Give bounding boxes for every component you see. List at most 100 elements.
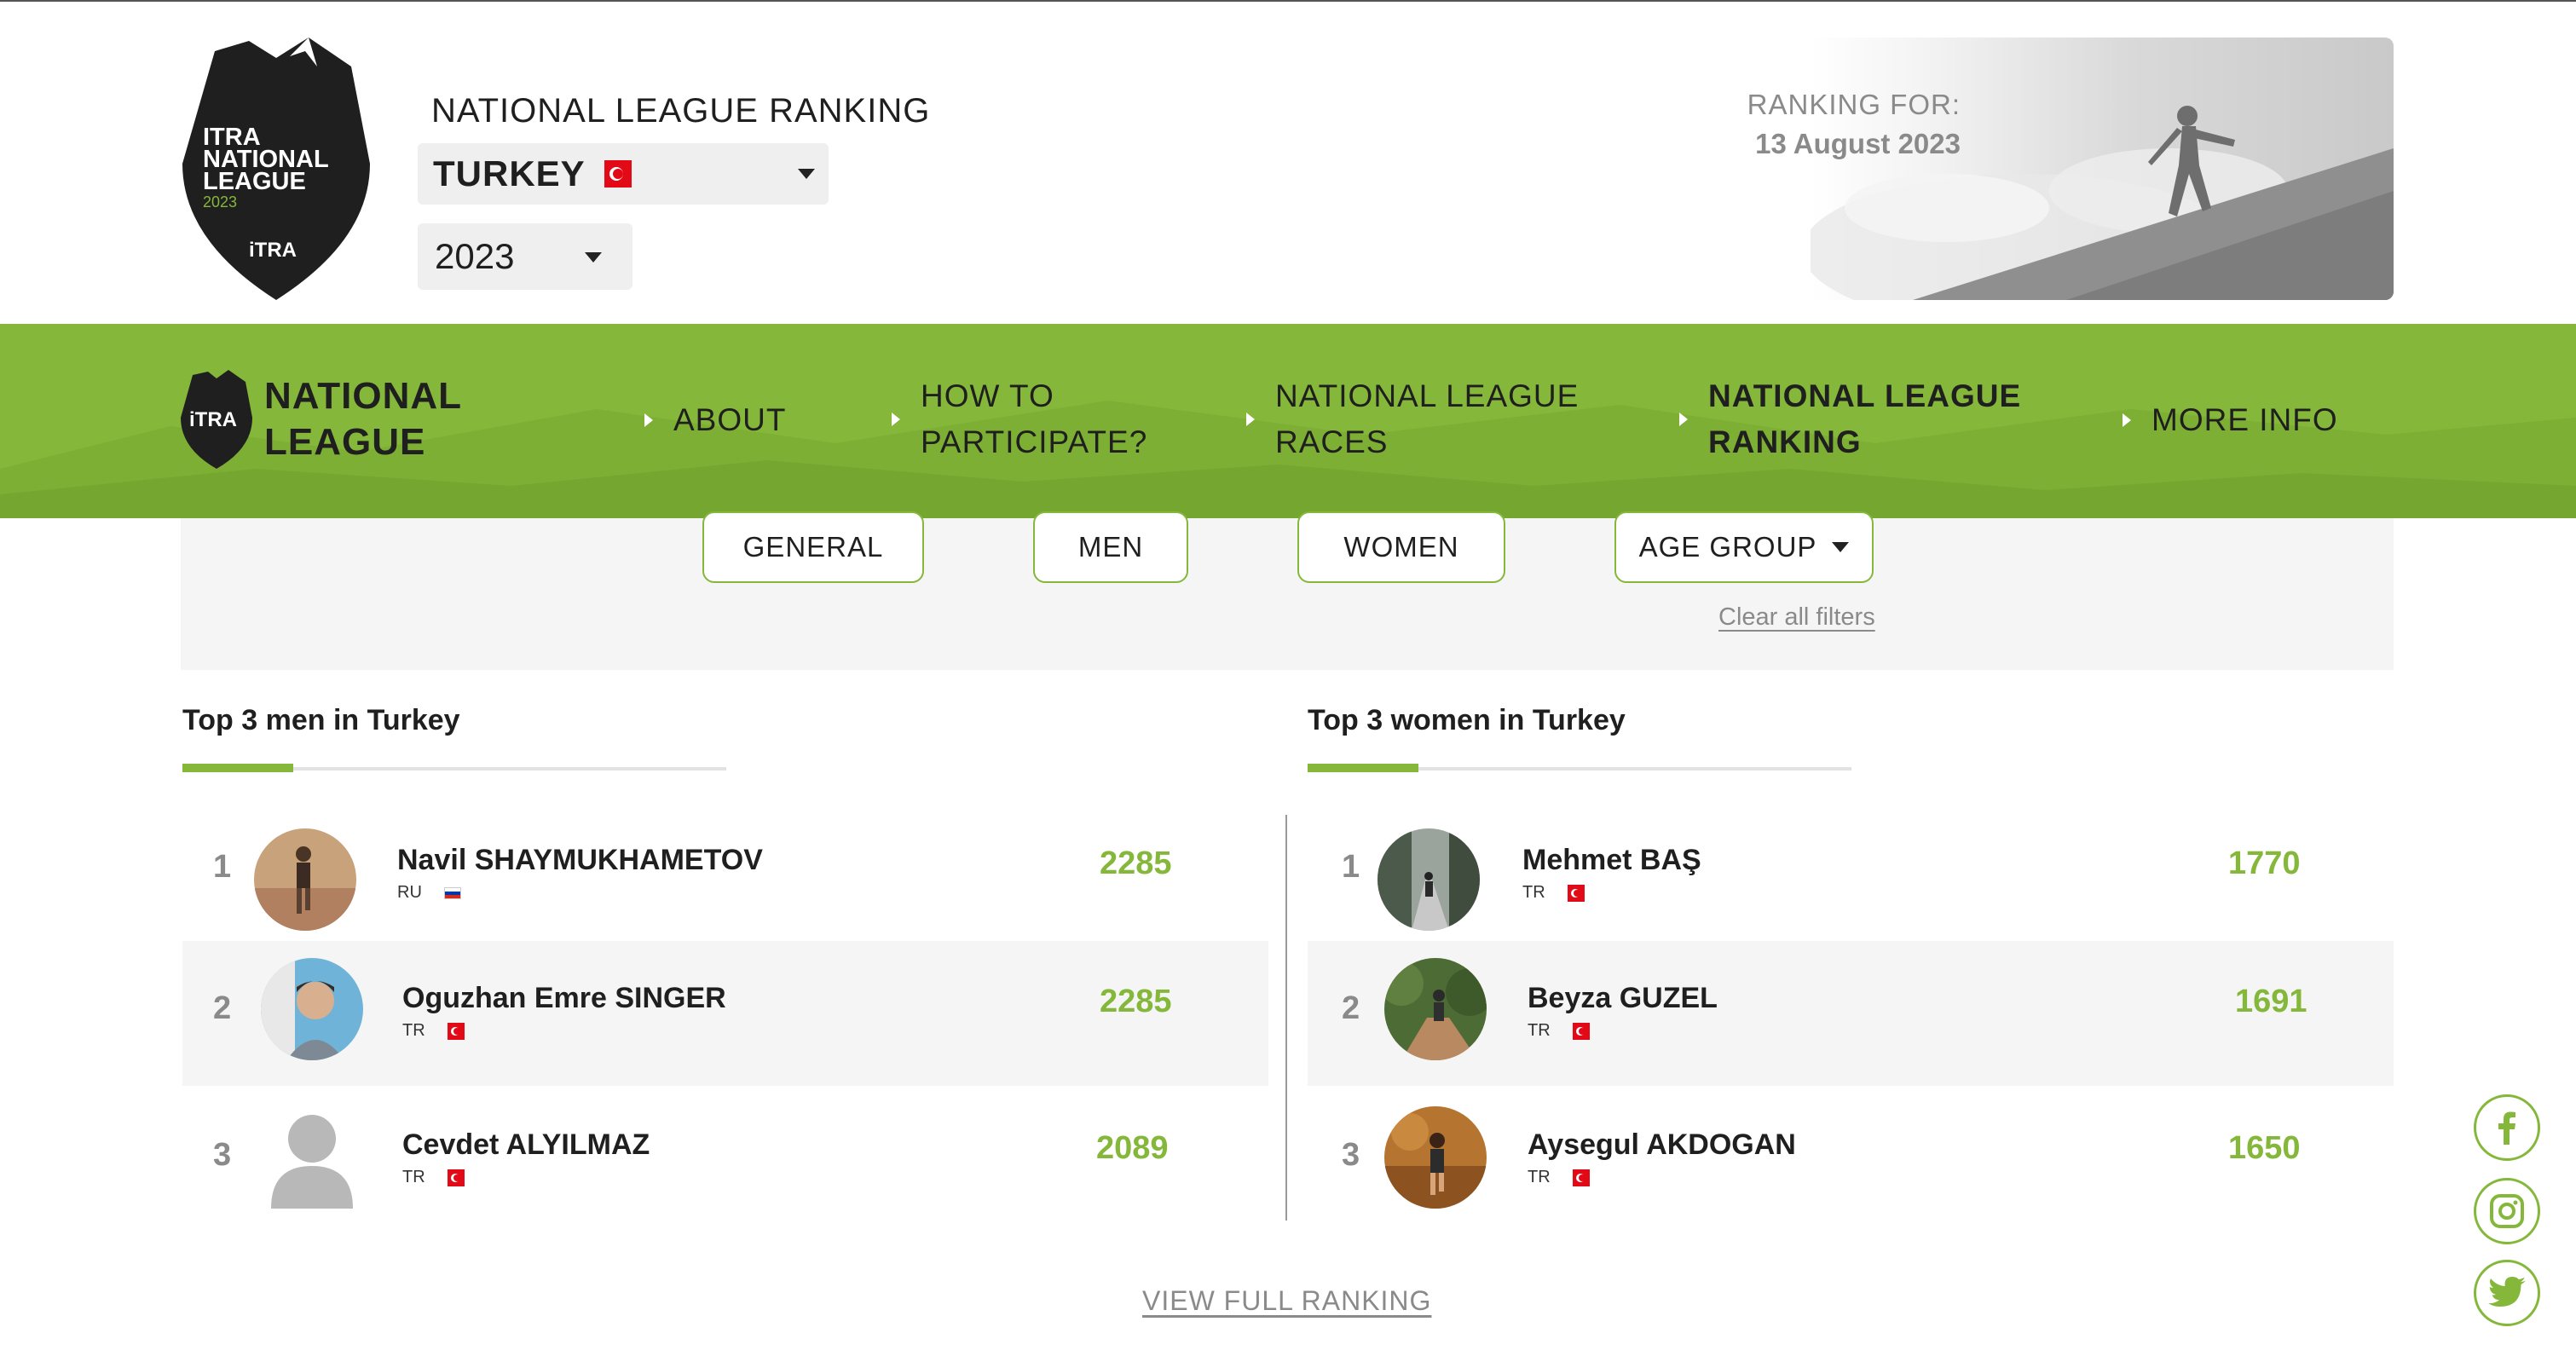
athlete-score: 2285: [1100, 984, 1172, 1019]
rank-number: 2: [213, 990, 232, 1026]
filter-panel: [181, 518, 2394, 670]
filter-men-button[interactable]: MEN: [1033, 511, 1188, 583]
default-avatar-icon[interactable]: [261, 1106, 363, 1209]
men-title-underline: [182, 764, 726, 772]
rank-number: 3: [1342, 1137, 1360, 1173]
women-title-underline: [1308, 764, 1851, 772]
clear-all-filters-link[interactable]: Clear all filters: [1718, 603, 1875, 632]
top-border: [0, 0, 2576, 2]
hero-runner-image: [1811, 38, 2394, 300]
year-select[interactable]: 2023: [418, 223, 632, 290]
filter-age-group-label: AGE GROUP: [1638, 531, 1817, 563]
women-row-1[interactable]: 1 Mehmet BAŞ TR 1770: [1308, 798, 2394, 943]
chevron-right-icon: [644, 413, 653, 427]
country-code: TR: [1528, 1168, 1551, 1186]
turkey-flag-icon: [447, 1022, 465, 1040]
chevron-down-icon: [798, 169, 815, 179]
chevron-down-icon: [585, 252, 602, 263]
nav-logo-line-2: LEAGUE: [264, 421, 426, 463]
nav-item-how-to-label-1: HOW TO: [921, 378, 1054, 413]
main-navigation: iTRA NATIONAL LEAGUE ABOUT HOW TO PARTIC…: [0, 324, 2576, 518]
badge-line-3: LEAGUE: [203, 168, 306, 195]
athlete-name[interactable]: Navil SHAYMUKHAMETOV: [397, 844, 763, 877]
turkey-flag-icon: [1567, 884, 1585, 902]
country-code: TR: [402, 1168, 425, 1186]
athlete-score: 2089: [1096, 1130, 1169, 1166]
men-column-title: Top 3 men in Turkey: [182, 704, 460, 736]
badge-year: 2023: [203, 193, 238, 211]
athlete-avatar[interactable]: [1378, 828, 1480, 931]
svg-text:iTRA: iTRA: [189, 408, 237, 431]
country-select[interactable]: TURKEY: [418, 143, 829, 205]
athlete-score: 1770: [2228, 845, 2301, 881]
page-title: NATIONAL LEAGUE RANKING: [431, 92, 931, 130]
nav-logo[interactable]: iTRA NATIONAL LEAGUE: [181, 370, 462, 469]
nav-item-races-label-2: RACES: [1275, 424, 1389, 459]
ranking-for-label: RANKING FOR:: [1747, 89, 1961, 120]
chevron-right-icon: [1679, 413, 1688, 426]
filter-women-button[interactable]: WOMEN: [1297, 511, 1505, 583]
chevron-right-icon: [1246, 413, 1255, 426]
men-row-1[interactable]: 1 Navil SHAYMUKHAMETOV RU 2285: [182, 798, 1268, 943]
chevron-right-icon: [2123, 413, 2131, 427]
russia-flag-icon: [443, 886, 461, 899]
athlete-score: 2285: [1100, 845, 1172, 881]
country-code: TR: [1522, 883, 1545, 902]
column-divider: [1285, 815, 1287, 1221]
women-row-3[interactable]: 3 Aysegul AKDOGAN TR 1650: [1308, 1088, 2394, 1232]
twitter-icon[interactable]: [2474, 1260, 2540, 1326]
turkey-flag-icon: [447, 1169, 465, 1186]
badge-brand: iTRA: [249, 239, 297, 262]
rank-number: 3: [213, 1137, 232, 1173]
chevron-down-icon: [1832, 542, 1850, 552]
facebook-icon[interactable]: [2474, 1094, 2540, 1161]
women-column-title: Top 3 women in Turkey: [1308, 704, 1626, 736]
view-full-ranking-link[interactable]: VIEW FULL RANKING: [1142, 1285, 1431, 1317]
athlete-name[interactable]: Cevdet ALYILMAZ: [402, 1128, 650, 1162]
filter-women-label: WOMEN: [1343, 531, 1459, 563]
filter-general-label: GENERAL: [742, 531, 884, 563]
women-row-2[interactable]: 2 Beyza GUZEL TR 1691: [1308, 941, 2394, 1086]
country-code: TR: [1528, 1021, 1551, 1040]
athlete-avatar[interactable]: [261, 958, 363, 1060]
nav-item-how-to-participate[interactable]: HOW TO PARTICIPATE?: [892, 373, 1147, 465]
nav-item-about[interactable]: ABOUT: [644, 397, 786, 443]
men-row-3[interactable]: 3 Cevdet ALYILMAZ TR 2089: [182, 1088, 1268, 1232]
athlete-avatar[interactable]: [1384, 1106, 1487, 1209]
filter-age-group-dropdown[interactable]: AGE GROUP: [1614, 511, 1874, 583]
country-code: TR: [402, 1021, 425, 1040]
nav-item-national-league-races[interactable]: NATIONAL LEAGUE RACES: [1246, 373, 1579, 465]
nav-item-more-info-label: MORE INFO: [2151, 402, 2338, 437]
athlete-name[interactable]: Beyza GUZEL: [1528, 982, 1718, 1015]
country-code: RU: [397, 883, 422, 902]
year-select-value: 2023: [435, 236, 515, 276]
country-select-value: TURKEY: [433, 153, 586, 193]
turkey-flag-icon: [1572, 1169, 1590, 1186]
rank-number: 1: [213, 849, 232, 885]
chevron-right-icon: [892, 413, 900, 426]
athlete-name[interactable]: Aysegul AKDOGAN: [1528, 1128, 1796, 1162]
athlete-name[interactable]: Oguzhan Emre SINGER: [402, 982, 726, 1015]
athlete-avatar[interactable]: [1384, 958, 1487, 1060]
instagram-icon[interactable]: [2474, 1178, 2540, 1244]
filter-men-label: MEN: [1077, 531, 1144, 563]
rank-number: 1: [1342, 849, 1360, 885]
itra-shield-icon: iTRA: [181, 370, 252, 469]
nav-item-ranking-label-1: NATIONAL LEAGUE: [1708, 378, 2022, 413]
nav-item-races-label-1: NATIONAL LEAGUE: [1275, 378, 1580, 413]
nav-item-more-info[interactable]: MORE INFO: [2123, 397, 2338, 443]
nav-item-how-to-label-2: PARTICIPATE?: [921, 424, 1148, 459]
athlete-name[interactable]: Mehmet BAŞ: [1522, 844, 1701, 877]
nav-item-national-league-ranking[interactable]: NATIONAL LEAGUE RANKING: [1679, 373, 2021, 465]
athlete-score: 1650: [2228, 1130, 2301, 1166]
turkey-flag-icon: [604, 160, 632, 188]
men-row-2[interactable]: 2 Oguzhan Emre SINGER TR 2285: [182, 941, 1268, 1086]
athlete-avatar[interactable]: [254, 828, 356, 931]
rank-number: 2: [1342, 990, 1360, 1026]
nav-item-about-label: ABOUT: [673, 402, 787, 437]
itra-national-league-badge[interactable]: ITRA NATIONAL LEAGUE 2023 iTRA: [181, 36, 372, 302]
filter-general-button[interactable]: GENERAL: [702, 511, 924, 583]
turkey-flag-icon: [1572, 1022, 1590, 1040]
ranking-date: 13 August 2023: [1755, 128, 1961, 159]
nav-logo-line-1: NATIONAL: [264, 375, 463, 417]
